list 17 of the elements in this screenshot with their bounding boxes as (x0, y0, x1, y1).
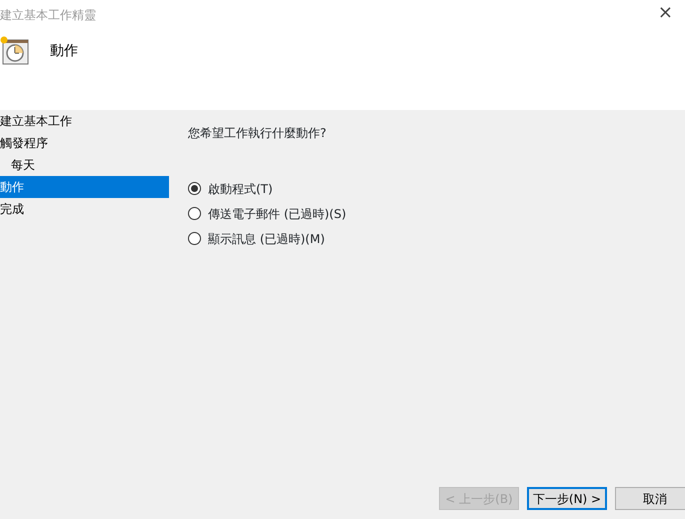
radio-label[interactable]: 傳送電子郵件 (已過時)(S) (208, 204, 346, 222)
page-heading: 動作 (50, 42, 78, 60)
sidebar-item[interactable]: 完成 (0, 198, 169, 220)
window-title: 建立基本工作精靈 (0, 7, 96, 24)
sidebar-item[interactable]: 每天 (0, 154, 169, 176)
sidebar-item[interactable]: 觸發程序 (0, 132, 169, 154)
sidebar-item[interactable]: 建立基本工作 (0, 110, 169, 132)
sidebar-item[interactable]: 動作 (0, 176, 169, 198)
question-text: 您希望工作執行什麼動作? (188, 125, 328, 142)
radio-label[interactable]: 啟動程式(T) (208, 180, 273, 198)
close-button[interactable]: × (654, 2, 677, 24)
radio-label[interactable]: 顯示訊息 (已過時)(M) (208, 230, 325, 248)
wizard-button[interactable]: 下一步(N) > (527, 487, 607, 510)
radio-button[interactable] (188, 182, 201, 195)
radio-button[interactable] (188, 232, 201, 245)
wizard-button[interactable]: 取消 (615, 487, 685, 510)
radio-button[interactable] (188, 207, 201, 220)
